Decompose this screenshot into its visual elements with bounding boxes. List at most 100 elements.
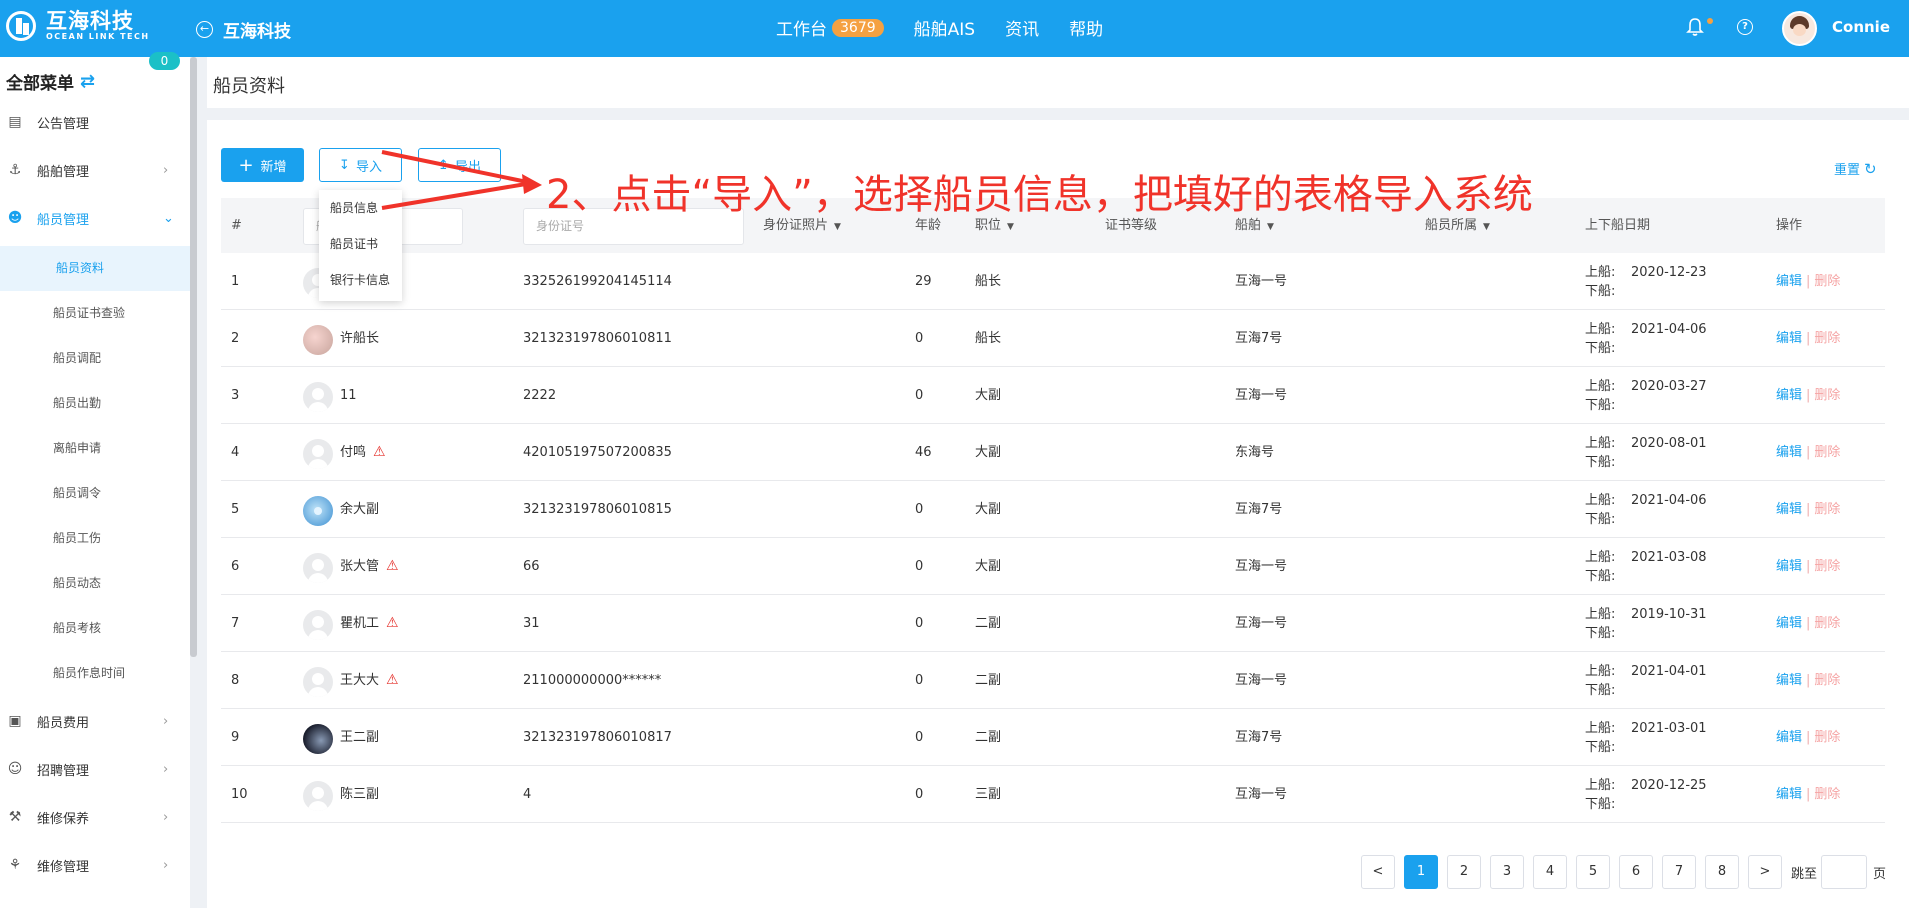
date-on-label: 上船: — [1585, 550, 1616, 565]
sidebar-item-recruitment[interactable]: ☺ 招聘管理 › — [0, 749, 190, 789]
delete-link[interactable]: 删除 — [1814, 787, 1840, 802]
edit-link[interactable]: 编辑 — [1776, 616, 1802, 631]
edit-link[interactable]: 编辑 — [1776, 502, 1802, 517]
page-button[interactable]: 8 — [1705, 855, 1739, 889]
cell-index: 1 — [231, 274, 240, 289]
edit-link[interactable]: 编辑 — [1776, 388, 1802, 403]
cell-name[interactable]: 瞿机工 ⚠ — [340, 595, 399, 652]
chevron-right-icon: › — [163, 809, 169, 825]
next-page-button[interactable]: > — [1748, 855, 1782, 889]
date-on-value: 2021-04-06 — [1631, 322, 1707, 337]
brand-logo[interactable]: 互海科技 OCEAN LINK TECH — [6, 10, 150, 41]
sidebar-item-maintenance[interactable]: ⚒ 维修保养 › — [0, 797, 190, 837]
sidebar-item-label: 招聘管理 — [37, 763, 90, 779]
edit-link[interactable]: 编辑 — [1776, 331, 1802, 346]
cell-name[interactable]: 陈三副 — [340, 766, 379, 823]
cell-name[interactable]: 王大大 ⚠ — [340, 652, 399, 709]
refresh-icon: ↻ — [1864, 159, 1877, 178]
sidebar-sub-dynamics[interactable]: 船员动态 — [0, 561, 190, 606]
sidebar-scrollbar[interactable] — [190, 57, 197, 657]
cell-name-text: 王大大 — [340, 673, 380, 688]
sidebar-sub-assessment[interactable]: 船员考核 — [0, 606, 190, 651]
sidebar-sub-cert-check[interactable]: 船员证书查验 — [0, 291, 190, 336]
cell-name[interactable]: 付鸣 ⚠ — [340, 424, 386, 481]
nav-news[interactable]: 资讯 — [1005, 15, 1039, 40]
cell-name[interactable]: 许船长 — [340, 310, 379, 367]
sidebar-item-crew-management[interactable]: ☻ 船员管理 ⌄ — [0, 198, 190, 238]
table-row: 5 余大副 321323197806010815 0 大副 互海7号 上船: 20… — [221, 481, 1885, 538]
delete-link[interactable]: 删除 — [1814, 559, 1840, 574]
delete-link[interactable]: 删除 — [1814, 445, 1840, 460]
nav-ship-ais[interactable]: 船舶AIS — [914, 15, 975, 40]
delete-link[interactable]: 删除 — [1814, 673, 1840, 688]
page-button[interactable]: 5 — [1576, 855, 1610, 889]
cell-actions: 编辑 | 删除 — [1776, 652, 1840, 709]
page-button[interactable]: 7 — [1662, 855, 1696, 889]
jump-page-input[interactable] — [1821, 855, 1868, 889]
edit-link[interactable]: 编辑 — [1776, 445, 1802, 460]
swap-icon[interactable]: ⇄ — [80, 71, 95, 92]
cell-actions: 编辑 | 删除 — [1776, 481, 1840, 538]
edit-link[interactable]: 编辑 — [1776, 730, 1802, 745]
sidebar-sub-attendance[interactable]: 船员出勤 — [0, 381, 190, 426]
sidebar: 全部菜单 ⇄ ▤ 公告管理 0 ⚓ 船舶管理 › ☻ 船员管理 ⌄ 船员资料 船… — [0, 52, 190, 908]
cell-index: 8 — [231, 673, 240, 688]
cell-age: 29 — [915, 274, 932, 289]
import-menu-bank-card[interactable]: 银行卡信息 — [319, 262, 402, 298]
cell-id: 211000000000****** — [523, 673, 662, 688]
sidebar-sub-crew-allocation[interactable]: 船员调配 — [0, 336, 190, 381]
edit-link[interactable]: 编辑 — [1776, 559, 1802, 574]
page-button[interactable]: 6 — [1619, 855, 1653, 889]
nav-help[interactable]: 帮助 — [1069, 15, 1103, 40]
delete-link[interactable]: 删除 — [1814, 502, 1840, 517]
cell-age: 0 — [915, 616, 924, 631]
sidebar-item-label: 船员费用 — [37, 715, 90, 731]
edit-link[interactable]: 编辑 — [1776, 787, 1802, 802]
delete-link[interactable]: 删除 — [1814, 274, 1840, 289]
edit-link[interactable]: 编辑 — [1776, 673, 1802, 688]
sidebar-sub-leave-request[interactable]: 离船申请 — [0, 426, 190, 471]
page-button[interactable]: 3 — [1490, 855, 1524, 889]
delete-link[interactable]: 删除 — [1814, 388, 1840, 403]
cell-name[interactable]: 余大副 — [340, 481, 379, 538]
cell-id: 321323197806010817 — [523, 730, 672, 745]
col-index: # — [231, 218, 242, 233]
bell-icon[interactable] — [1686, 17, 1704, 37]
help-icon[interactable]: ? — [1737, 19, 1753, 35]
cell-name[interactable]: 11 — [340, 367, 357, 424]
delete-link[interactable]: 删除 — [1814, 730, 1840, 745]
sidebar-sub-work-rest[interactable]: 船员作息时间 — [0, 651, 190, 696]
separator: | — [1806, 787, 1811, 802]
username[interactable]: Connie — [1832, 18, 1890, 36]
sidebar-sub-crew-profile[interactable]: 船员资料 — [0, 246, 190, 291]
back-arrow-icon[interactable]: ← — [196, 21, 213, 38]
sidebar-item-repair[interactable]: ⚘ 维修管理 › — [0, 845, 190, 885]
brand-subtitle: OCEAN LINK TECH — [46, 32, 150, 41]
import-menu-crew-cert[interactable]: 船员证书 — [319, 226, 402, 262]
chevron-right-icon: › — [163, 761, 169, 777]
edit-link[interactable]: 编辑 — [1776, 274, 1802, 289]
page-button[interactable]: 2 — [1447, 855, 1481, 889]
date-on-label: 上船: — [1585, 379, 1616, 394]
col-ship-owner-label: 船员所属 — [1425, 218, 1478, 233]
page-button[interactable]: 4 — [1533, 855, 1567, 889]
sub-item-label: 船员调令 — [53, 486, 102, 500]
jump-label: 跳至 — [1791, 866, 1818, 882]
back-nav[interactable]: ← 互海科技 — [196, 17, 291, 42]
page-button[interactable]: 1 — [1404, 855, 1438, 889]
delete-link[interactable]: 删除 — [1814, 331, 1840, 346]
cell-name[interactable]: 张大管 ⚠ — [340, 538, 399, 595]
sidebar-item-crew-expenses[interactable]: ▣ 船员费用 › — [0, 701, 190, 741]
sidebar-sub-injury[interactable]: 船员工伤 — [0, 516, 190, 561]
user-avatar[interactable] — [1782, 11, 1817, 46]
add-button[interactable]: + 新增 — [221, 148, 304, 182]
reset-button[interactable]: 重置 ↻ — [1834, 159, 1877, 179]
sidebar-item-announcements[interactable]: ▤ 公告管理 0 — [0, 52, 190, 142]
sidebar-sub-transfer-order[interactable]: 船员调令 — [0, 471, 190, 516]
menu-heading[interactable]: 全部菜单 ⇄ — [6, 69, 95, 94]
sidebar-item-ship-management[interactable]: ⚓ 船舶管理 › — [0, 150, 190, 190]
prev-page-button[interactable]: < — [1361, 855, 1395, 889]
cell-name[interactable]: 王二副 — [340, 709, 379, 766]
delete-link[interactable]: 删除 — [1814, 616, 1840, 631]
nav-workbench[interactable]: 工作台 3679 — [776, 15, 884, 40]
